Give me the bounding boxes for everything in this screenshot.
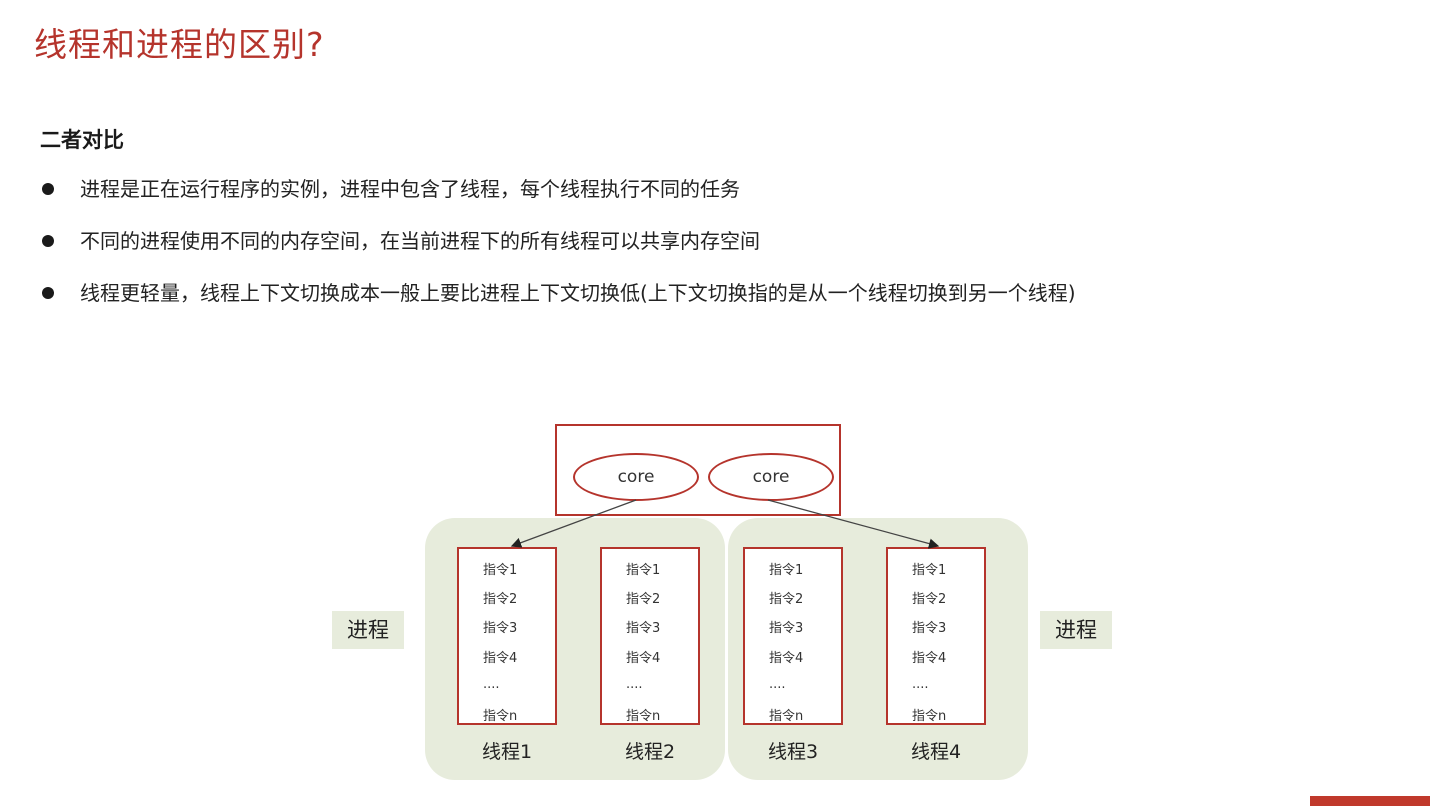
section-heading: 二者对比	[40, 128, 124, 152]
instruction: ....	[769, 677, 786, 692]
cpu-box: core core	[555, 424, 841, 516]
instruction: 指令n	[626, 709, 661, 724]
core-node: core	[708, 453, 834, 501]
instruction: 指令1	[483, 563, 518, 578]
instruction: 指令1	[769, 563, 804, 578]
list-item: 进程是正在运行程序的实例，进程中包含了线程，每个线程执行不同的任务	[40, 172, 1076, 224]
instruction: ....	[483, 677, 500, 692]
instruction: 指令4	[912, 651, 947, 666]
instruction: 指令4	[626, 651, 661, 666]
instruction: 指令n	[769, 709, 804, 724]
bullet-icon	[42, 235, 54, 247]
list-item: 线程更轻量，线程上下文切换成本一般上要比进程上下文切换低(上下文切换指的是从一个…	[40, 276, 1076, 328]
process-label-right: 进程	[1040, 611, 1112, 649]
instruction: 指令n	[912, 709, 947, 724]
instruction: 指令3	[626, 621, 661, 636]
thread-box-3: 指令1 指令2 指令3 指令4 .... 指令n	[743, 547, 843, 725]
brand-corner	[1310, 796, 1430, 806]
instruction: 指令1	[626, 563, 661, 578]
process-label-left: 进程	[332, 611, 404, 649]
instruction: 指令4	[769, 651, 804, 666]
instruction: ....	[626, 677, 643, 692]
thread-box-1: 指令1 指令2 指令3 指令4 .... 指令n	[457, 547, 557, 725]
thread-box-4: 指令1 指令2 指令3 指令4 .... 指令n	[886, 547, 986, 725]
instruction: 指令2	[483, 592, 518, 607]
list-item: 不同的进程使用不同的内存空间，在当前进程下的所有线程可以共享内存空间	[40, 224, 1076, 276]
instruction: 指令n	[483, 709, 518, 724]
core-node: core	[573, 453, 699, 501]
comparison-list: 进程是正在运行程序的实例，进程中包含了线程，每个线程执行不同的任务 不同的进程使…	[40, 172, 1076, 328]
instruction: ....	[912, 677, 929, 692]
instruction: 指令3	[483, 621, 518, 636]
instruction: 指令3	[912, 621, 947, 636]
instruction: 指令2	[769, 592, 804, 607]
thread-box-2: 指令1 指令2 指令3 指令4 .... 指令n	[600, 547, 700, 725]
bullet-icon	[42, 183, 54, 195]
thread-label-1: 线程1	[481, 741, 533, 763]
thread-label-3: 线程3	[767, 741, 819, 763]
instruction: 指令4	[483, 651, 518, 666]
thread-label-2: 线程2	[624, 741, 676, 763]
thread-label-4: 线程4	[910, 741, 962, 763]
instruction: 指令1	[912, 563, 947, 578]
instruction: 指令2	[626, 592, 661, 607]
page-title: 线程和进程的区别?	[34, 25, 325, 64]
instruction: 指令2	[912, 592, 947, 607]
instruction: 指令3	[769, 621, 804, 636]
bullet-icon	[42, 287, 54, 299]
